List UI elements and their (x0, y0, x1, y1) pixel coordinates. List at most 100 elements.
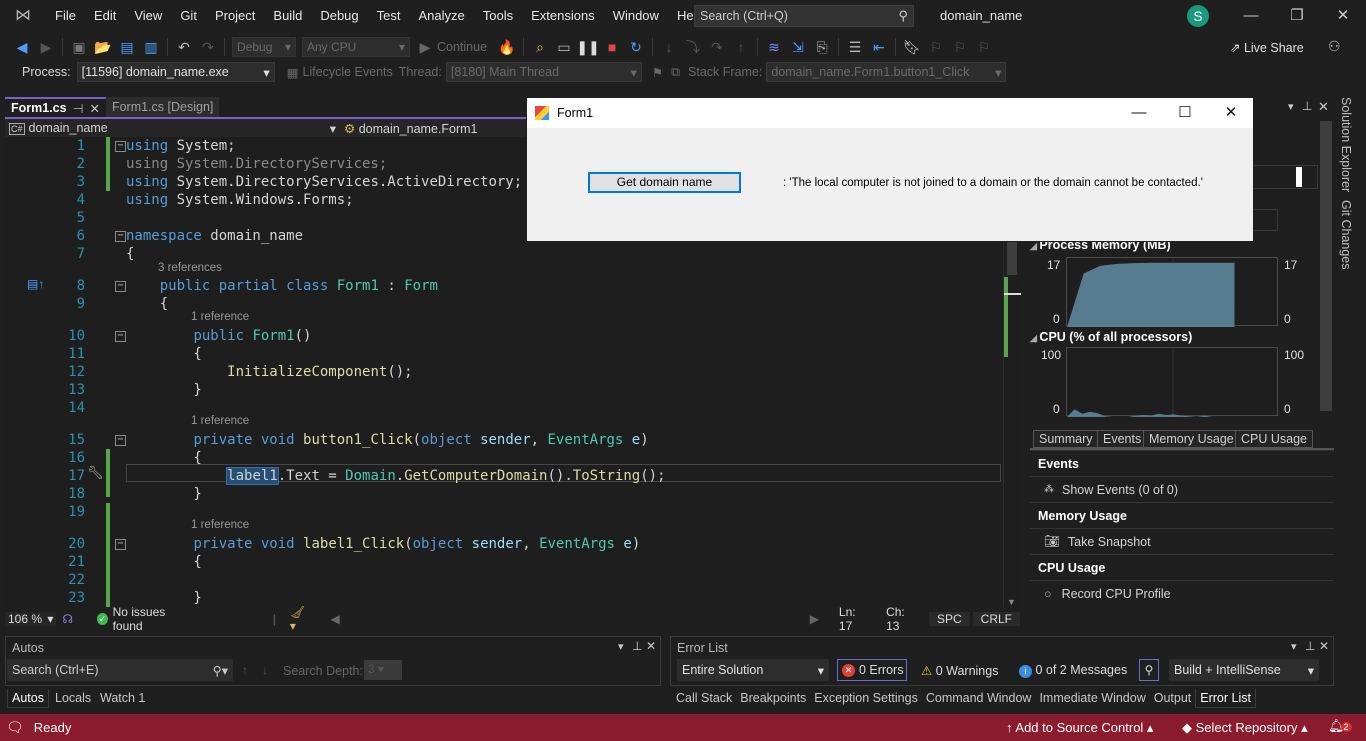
scroll-left-icon[interactable]: ◀ (330, 612, 339, 626)
indent-icon[interactable]: ☰ (845, 37, 865, 57)
code-line[interactable]: 19 (5, 503, 1005, 521)
tab-events[interactable]: Events (1097, 430, 1148, 448)
account-avatar[interactable]: S (1187, 5, 1209, 27)
process-select[interactable]: [11596] domain_name.exe ▾ (76, 62, 275, 82)
menu-edit[interactable]: Edit (85, 0, 125, 32)
lifecycle-events-button[interactable]: Lifecycle Events (302, 65, 392, 79)
new-project-icon[interactable]: ▣ (69, 37, 89, 57)
live-property-icon[interactable]: ⎘ (812, 37, 832, 57)
menu-build[interactable]: Build (264, 0, 311, 32)
tab-error-list[interactable]: Error List (1195, 689, 1256, 708)
error-source-select[interactable]: Build + IntelliSense ▾ (1169, 659, 1319, 681)
warnings-filter-button[interactable]: ⚠ 0 Warnings (921, 663, 998, 678)
cpu-graph[interactable] (1066, 347, 1278, 417)
minimize-button[interactable]: — (1237, 5, 1265, 27)
navigate-back-icon[interactable]: ◀ (12, 37, 32, 57)
lifecycle-events-icon[interactable]: ▦ (287, 65, 299, 80)
codelens-references[interactable]: 3 references (158, 262, 222, 274)
tab-form1-cs[interactable]: Form1.cs ⊣ ✕ (5, 97, 106, 117)
panel-scrollbar[interactable] (1320, 121, 1332, 411)
quick-action-screwdriver-icon[interactable]: 🔧︎ (87, 465, 104, 481)
tab-breakpoints[interactable]: Breakpoints (736, 689, 810, 708)
solution-platform-select[interactable]: Any CPU ▾ (302, 37, 410, 57)
codelens-references[interactable]: 1 reference (191, 311, 249, 323)
code-line[interactable]: 14 (5, 399, 1005, 417)
tab-output[interactable]: Output (1150, 689, 1196, 708)
fold-toggle-icon[interactable]: − (115, 141, 126, 152)
fold-toggle-icon[interactable]: − (115, 539, 126, 550)
pin-icon[interactable]: ⊥ (632, 639, 642, 653)
menu-window[interactable]: Window (604, 0, 668, 32)
navigate-forward-icon[interactable]: ▶ (36, 37, 56, 57)
code-line[interactable]: 18 } (5, 485, 1005, 503)
stack-frame-select[interactable]: domain_name.Form1.button1_Click ▾ (766, 62, 1007, 82)
hot-reload-icon[interactable]: 🔥 (497, 37, 517, 57)
menu-debug[interactable]: Debug (311, 0, 367, 32)
menu-extensions[interactable]: Extensions (522, 0, 604, 32)
restore-button[interactable]: ❐ (1283, 5, 1311, 27)
type-dropdown[interactable]: ⚙ domain_name.Form1 (340, 121, 478, 136)
select-element-icon[interactable]: ⇲ (788, 37, 808, 57)
code-line[interactable]: 17 label1.Text = Domain.GetComputerDomai… (5, 467, 1005, 485)
domain-result-label[interactable]: : 'The local computer is not joined to a… (783, 177, 1203, 189)
tab-call-stack[interactable]: Call Stack (672, 689, 736, 708)
get-domain-name-button[interactable]: Get domain name (588, 172, 741, 193)
code-line[interactable]: 8 public partial class Form1 : Form − (5, 277, 1005, 295)
search-up-icon[interactable]: ↑ (242, 663, 248, 677)
messages-filter-button[interactable]: i 0 of 2 Messages (1019, 663, 1127, 678)
pin-icon[interactable]: ⊥ (1302, 99, 1312, 113)
fold-toggle-icon[interactable]: − (115, 231, 126, 242)
notifications-button[interactable]: 🔔︎2 (1328, 718, 1352, 734)
undo-icon[interactable]: ↶ (174, 37, 194, 57)
thread-select[interactable]: [8180] Main Thread ▾ (445, 62, 642, 82)
menu-tools[interactable]: Tools (474, 0, 522, 32)
menu-file[interactable]: File (46, 0, 85, 32)
window-layout-icon[interactable]: ▭ (554, 37, 574, 57)
code-line[interactable]: 11 { (5, 345, 1005, 363)
whitespace-mode[interactable]: SPC (928, 612, 970, 626)
close-pane-icon[interactable]: ✕ (1319, 639, 1329, 653)
form1-minimize-button[interactable]: — (1119, 102, 1159, 124)
close-pane-icon[interactable]: ✕ (646, 639, 656, 653)
filter-icon[interactable]: ⚲ (1139, 659, 1159, 681)
error-scope-select[interactable]: Entire Solution ▾ (677, 659, 829, 681)
find-in-files-icon[interactable]: ⌕ (530, 37, 550, 57)
memory-graph[interactable] (1066, 257, 1278, 327)
step-into-icon[interactable]: ↓ (659, 37, 679, 57)
git-changes-tab[interactable]: Git Changes (1339, 200, 1353, 269)
search-depth-select[interactable]: 3 ▾ (364, 660, 402, 680)
tab-cpu-usage[interactable]: CPU Usage (1235, 430, 1313, 448)
cpu-title[interactable]: ◢ CPU (% of all processors) (1030, 330, 1192, 344)
code-line[interactable]: 12 InitializeComponent(); (5, 363, 1005, 381)
continue-button[interactable]: Continue (437, 40, 487, 54)
close-tab-icon[interactable]: ✕ (89, 101, 99, 116)
column-number[interactable]: Ch: 13 (886, 605, 917, 633)
fold-toggle-icon[interactable]: − (115, 331, 126, 342)
step-over-alt-icon[interactable]: ↷ (707, 37, 727, 57)
code-line[interactable]: 21 { (5, 553, 1005, 571)
feedback-icon[interactable]: ⚇ (1328, 38, 1341, 55)
tab-memory-usage[interactable]: Memory Usage (1143, 430, 1240, 448)
code-line[interactable]: 20 private void label1_Click(object send… (5, 535, 1005, 553)
search-input[interactable]: Search (Ctrl+Q) ⚲ (694, 5, 914, 27)
intellicode-icon[interactable]: ☊ (62, 612, 73, 626)
solution-configuration-select[interactable]: Debug ▾ (232, 37, 296, 57)
close-button[interactable]: ✕ (1329, 5, 1357, 27)
outdent-icon[interactable]: ⇤ (869, 37, 889, 57)
line-number[interactable]: Ln: 17 (839, 605, 868, 633)
pane-options-icon[interactable]: ▾ (618, 640, 624, 653)
issues-status[interactable]: No issues found (113, 605, 188, 633)
show-events-button[interactable]: ⁂ Show Events (0 of 0) (1030, 476, 1334, 502)
next-bookmark-icon[interactable]: ⚐ (950, 37, 970, 57)
zoom-select[interactable]: 106 % ▾ (5, 612, 57, 626)
codelens-references[interactable]: 1 reference (191, 415, 249, 427)
flag-thread-icon[interactable]: ⚑ (652, 65, 663, 80)
code-line[interactable]: 10 public Form1() − (5, 327, 1005, 345)
clear-bookmarks-icon[interactable]: ⚐ (974, 37, 994, 57)
tab-immediate-window[interactable]: Immediate Window (1035, 689, 1149, 708)
class-diagram-icon[interactable]: ▤↑ (27, 277, 44, 291)
menu-git[interactable]: Git (171, 0, 206, 32)
code-line[interactable]: 15 private void button1_Click(object sen… (5, 431, 1005, 449)
tab-autos[interactable]: Autos (7, 689, 49, 708)
step-over-icon[interactable]: ⤵ (683, 37, 703, 57)
